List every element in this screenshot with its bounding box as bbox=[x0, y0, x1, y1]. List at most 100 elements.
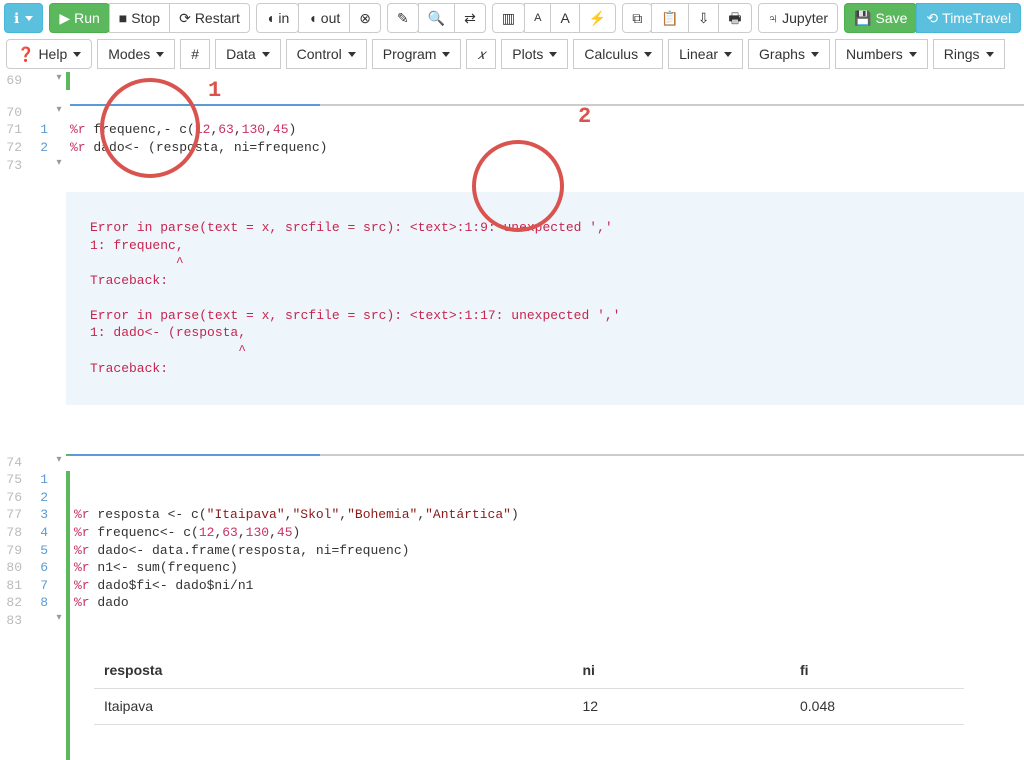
run-button[interactable]: ▶ Run bbox=[49, 3, 109, 33]
jupyter-button[interactable]: ♃ Jupyter bbox=[758, 3, 838, 33]
gutter-line: 83 bbox=[0, 612, 28, 630]
copy-icon: ⧉ bbox=[632, 9, 642, 27]
annotation-1: 1 bbox=[208, 76, 221, 106]
play-icon: ▶ bbox=[59, 9, 70, 27]
error-line: ^ bbox=[90, 255, 184, 270]
help-menu[interactable]: ❓ Help bbox=[6, 39, 92, 69]
download-icon: ⇩ bbox=[698, 9, 710, 27]
gutter-subline: 1 bbox=[28, 121, 52, 139]
bigfont-button[interactable]: A bbox=[550, 3, 579, 33]
code-line[interactable]: %r resposta <- c("Itaipava","Skol","Bohe… bbox=[66, 506, 1024, 524]
info-dropdown[interactable]: ℹ bbox=[4, 3, 43, 33]
control-menu[interactable]: Control bbox=[286, 39, 367, 69]
stop-label: Stop bbox=[131, 9, 160, 27]
gutter-subline: 1 bbox=[28, 471, 52, 489]
panel-button[interactable]: ▥ bbox=[492, 3, 525, 33]
restart-button[interactable]: ⟳ Restart bbox=[169, 3, 250, 33]
rings-menu[interactable]: Rings bbox=[933, 39, 1005, 69]
swap-button[interactable]: ⇄ bbox=[454, 3, 486, 33]
gutter-subline: 5 bbox=[28, 542, 52, 560]
gutter-line: 78 bbox=[0, 524, 28, 542]
bolt-icon: ⚡ bbox=[589, 9, 606, 27]
code-line[interactable]: %r dado bbox=[66, 594, 1024, 612]
data-menu[interactable]: Data bbox=[215, 39, 281, 69]
download-button[interactable]: ⇩ bbox=[688, 3, 720, 33]
code-line[interactable]: %r frequenc<- c(12,63,130,45) bbox=[66, 524, 1024, 542]
print-button[interactable]: 🖶 bbox=[718, 3, 751, 33]
gutter-subline: 7 bbox=[28, 577, 52, 595]
gutter-line: 79 bbox=[0, 542, 28, 560]
wand-icon: ✎ bbox=[397, 9, 409, 27]
code-line[interactable]: %r n1<- sum(frequenc) bbox=[66, 559, 1024, 577]
swap-icon: ⇄ bbox=[464, 9, 476, 27]
table-header: ni bbox=[573, 653, 791, 688]
fold-toggle[interactable]: ▾ bbox=[52, 157, 66, 171]
table-header-row: resposta ni fi bbox=[94, 653, 964, 688]
linear-menu[interactable]: Linear bbox=[668, 39, 743, 69]
search-icon: 🔍 bbox=[428, 9, 445, 27]
toggle-in-button[interactable]: ◖ in bbox=[256, 3, 299, 33]
gutter-subline: 3 bbox=[28, 506, 52, 524]
error-line: ^ bbox=[90, 343, 246, 358]
table-cell: 0.048 bbox=[790, 688, 964, 724]
timetravel-label: TimeTravel bbox=[942, 9, 1011, 27]
modes-menu[interactable]: Modes bbox=[97, 39, 175, 69]
clear-button[interactable]: ⊗ bbox=[349, 3, 381, 33]
jupyter-icon: ♃ bbox=[768, 9, 779, 27]
save-label: Save bbox=[876, 9, 908, 27]
code-line[interactable]: %r frequenc,- c(12,63,130,45) bbox=[66, 121, 1024, 139]
error-output: Error in parse(text = x, srcfile = src):… bbox=[66, 192, 1024, 405]
paste-button[interactable]: 📋 bbox=[651, 3, 688, 33]
save-button[interactable]: 💾Save bbox=[844, 3, 917, 33]
gutter-line: 80 bbox=[0, 559, 28, 577]
output-table: resposta ni fi Itaipava 12 0.048 bbox=[94, 653, 964, 725]
numbers-menu[interactable]: Numbers bbox=[835, 39, 928, 69]
gutter-subline: 8 bbox=[28, 594, 52, 612]
gutter-line: 75 bbox=[0, 471, 28, 489]
search-button[interactable]: 🔍 bbox=[418, 3, 455, 33]
xvar-button[interactable]: 𝑥 bbox=[466, 39, 496, 69]
gutter-subline: 4 bbox=[28, 524, 52, 542]
out-label: out bbox=[321, 9, 340, 27]
editor-area[interactable]: 1 2 69 ▾ 70 ▾ 71 1 %r frequenc,- c(12,63… bbox=[0, 72, 1024, 759]
timetravel-button[interactable]: ⟲ TimeTravel bbox=[916, 3, 1021, 33]
xvar-label: 𝑥 bbox=[477, 45, 485, 63]
wand-button[interactable]: ✎ bbox=[387, 3, 419, 33]
plots-menu[interactable]: Plots bbox=[501, 39, 568, 69]
graphs-label: Graphs bbox=[759, 45, 805, 63]
run-label: Run bbox=[74, 9, 100, 27]
graphs-menu[interactable]: Graphs bbox=[748, 39, 830, 69]
error-line: Traceback: bbox=[90, 273, 168, 288]
table-header: fi bbox=[790, 653, 964, 688]
copy-button[interactable]: ⧉ bbox=[622, 3, 652, 33]
fold-toggle[interactable]: ▾ bbox=[52, 72, 66, 86]
code-line[interactable]: %r dado<- data.frame(resposta, ni=freque… bbox=[66, 542, 1024, 560]
fold-toggle[interactable]: ▾ bbox=[52, 104, 66, 118]
stop-button[interactable]: ■ Stop bbox=[109, 3, 170, 33]
program-menu[interactable]: Program bbox=[372, 39, 462, 69]
annotation-circle-1 bbox=[100, 78, 200, 178]
gutter-line: 72 bbox=[0, 139, 28, 157]
calculus-label: Calculus bbox=[584, 45, 638, 63]
stop-icon: ■ bbox=[119, 9, 127, 27]
fold-toggle[interactable]: ▾ bbox=[52, 612, 66, 626]
program-label: Program bbox=[383, 45, 437, 63]
paste-icon: 📋 bbox=[661, 9, 678, 27]
code-line[interactable]: %r dado$fi<- dado$ni/n1 bbox=[66, 577, 1024, 595]
rings-label: Rings bbox=[944, 45, 980, 63]
calculus-menu[interactable]: Calculus bbox=[573, 39, 663, 69]
smallfont-button[interactable]: A bbox=[524, 3, 551, 33]
error-line: Traceback: bbox=[90, 361, 168, 376]
control-label: Control bbox=[297, 45, 342, 63]
bolt-button[interactable]: ⚡ bbox=[579, 3, 616, 33]
hash-button[interactable]: # bbox=[180, 39, 210, 69]
fold-toggle[interactable]: ▾ bbox=[52, 454, 66, 468]
jupyter-label: Jupyter bbox=[782, 9, 828, 27]
main-toolbar: ℹ ▶ Run ■ Stop ⟳ Restart ◖ in ◖ out ⊗ ✎ … bbox=[0, 0, 1024, 36]
font-small-icon: A bbox=[534, 11, 541, 25]
toggle-on-icon: ◖ bbox=[266, 9, 274, 27]
toggle-out-button[interactable]: ◖ out bbox=[298, 3, 350, 33]
help-icon: ❓ bbox=[17, 45, 34, 63]
gutter-line: 76 bbox=[0, 489, 28, 507]
gutter-line: 81 bbox=[0, 577, 28, 595]
